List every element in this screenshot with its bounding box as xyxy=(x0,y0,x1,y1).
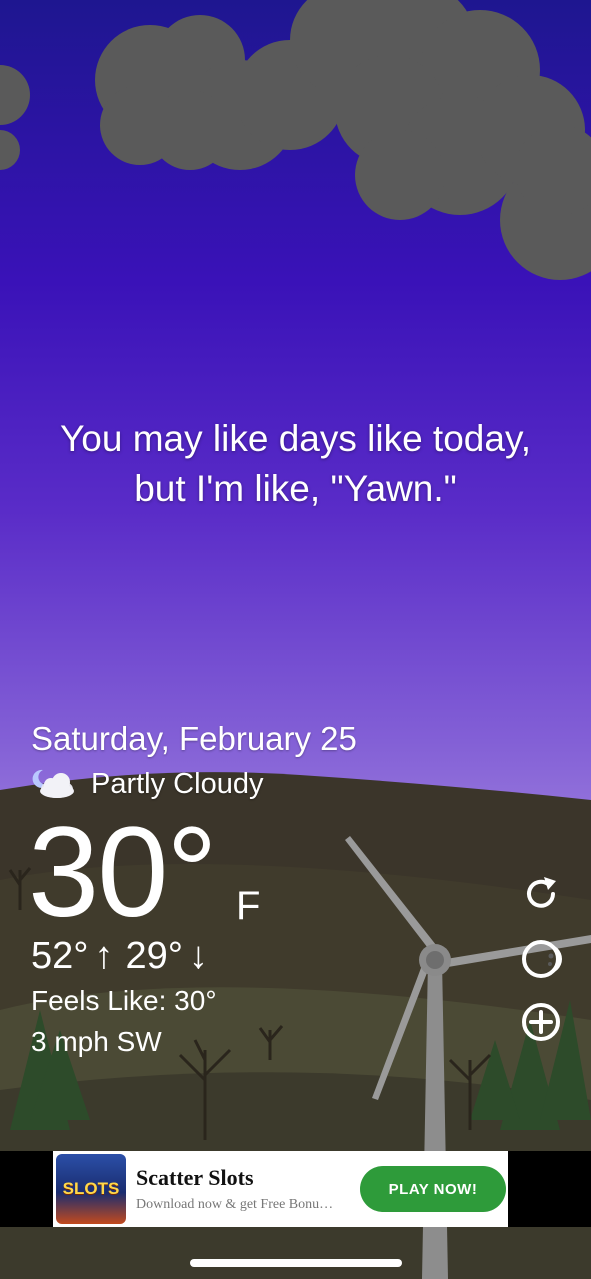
ad-logo-text: SLOTS xyxy=(62,1179,120,1198)
theme-button[interactable] xyxy=(519,937,563,981)
ad-text-block[interactable]: Scatter Slots Download now & get Free Bo… xyxy=(136,1165,354,1213)
current-temperature: 30° xyxy=(28,801,218,944)
quote-line-2: but I'm like, "Yawn." xyxy=(134,468,457,509)
up-arrow-icon: ↑ xyxy=(94,935,114,977)
low-temperature: 29° xyxy=(125,935,183,977)
ad-app-logo[interactable]: SLOTS xyxy=(56,1154,126,1224)
high-low-row: 52° ↑ 29° ↓ xyxy=(31,935,220,978)
quote-line-1: You may like days like today, xyxy=(60,418,531,459)
ad-subtitle: Download now & get Free Bonu… xyxy=(136,1197,334,1212)
temperature-unit: F xyxy=(236,884,261,928)
wind-speed: 3 mph SW xyxy=(31,1026,162,1057)
play-now-button[interactable]: PLAY NOW! xyxy=(360,1166,506,1212)
feels-like: Feels Like: 30° xyxy=(31,985,217,1016)
forecast-date: Saturday, February 25 xyxy=(31,720,357,757)
down-arrow-icon: ↓ xyxy=(188,935,208,977)
partly-cloudy-night-icon xyxy=(32,769,74,798)
weather-quote: You may like days like today, but I'm li… xyxy=(0,414,591,514)
refresh-button[interactable] xyxy=(519,872,563,916)
ad-banner[interactable]: SLOTS Scatter Slots Download now & get F… xyxy=(53,1151,508,1227)
add-icon xyxy=(522,1003,560,1041)
ad-title: Scatter Slots xyxy=(136,1165,254,1190)
add-location-button[interactable] xyxy=(519,1000,563,1044)
storm-clouds xyxy=(0,0,591,280)
high-temperature: 52° xyxy=(31,935,89,977)
condition-row: Partly Cloudy xyxy=(31,766,263,802)
refresh-icon xyxy=(527,877,556,908)
home-indicator[interactable] xyxy=(190,1259,402,1267)
theme-icon xyxy=(522,940,562,978)
condition-label: Partly Cloudy xyxy=(91,767,264,800)
